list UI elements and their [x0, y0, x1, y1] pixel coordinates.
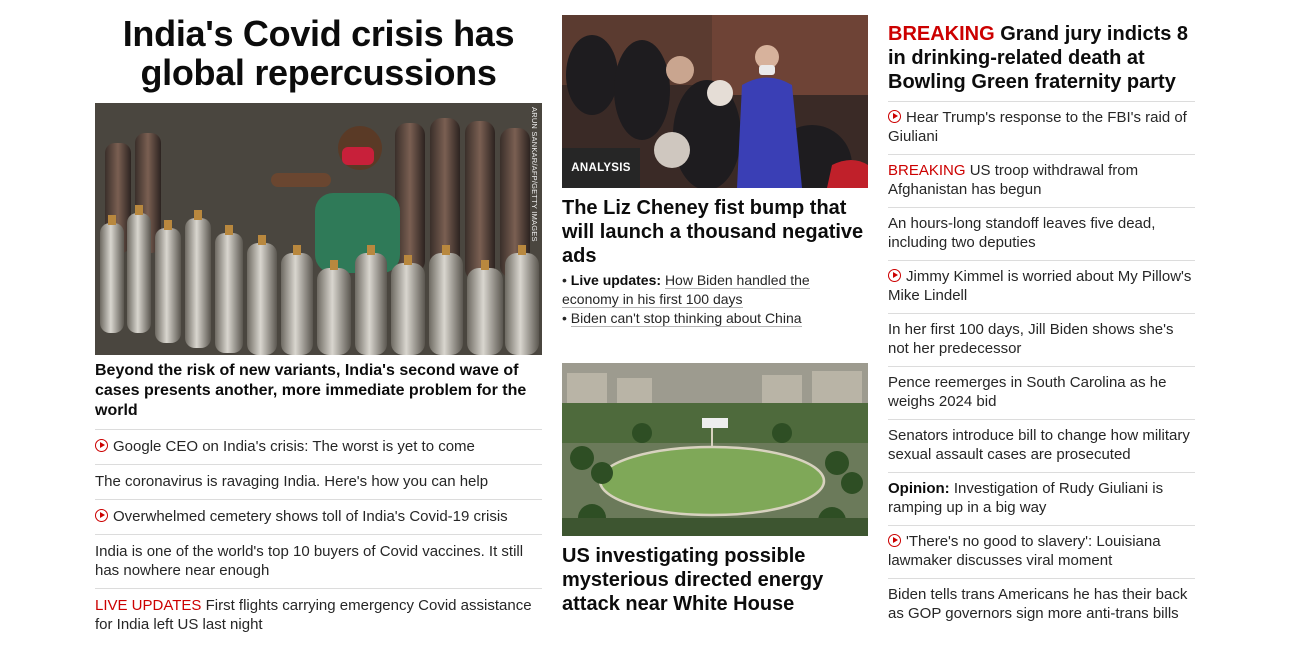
play-video-icon	[95, 439, 108, 452]
bullet: •	[562, 310, 567, 326]
list-item-text: In her first 100 days, Jill Biden shows …	[888, 321, 1174, 357]
list-item[interactable]: Pence reemerges in South Carolina as he …	[888, 366, 1195, 419]
cheney-photo[interactable]: ANALYSIS	[562, 15, 868, 188]
main-headline[interactable]: India's Covid crisis has global repercus…	[95, 14, 542, 92]
list-item-text: Jimmy Kimmel is worried about My Pillow'…	[888, 268, 1192, 304]
oxygen-cylinders-image	[95, 103, 542, 355]
breaking-label: BREAKING	[888, 23, 995, 45]
india-covid-section: India's Covid crisis has global repercus…	[95, 0, 542, 633]
sub-link-china[interactable]: • Biden can't stop thinking about China	[562, 309, 868, 328]
latest-news-section: BREAKING Grand jury indicts 8 in drinkin…	[888, 0, 1195, 631]
india-summary-headline[interactable]: Beyond the risk of new variants, India's…	[95, 361, 542, 421]
list-item-text: Pence reemerges in South Carolina as he …	[888, 374, 1167, 410]
list-item[interactable]: Google CEO on India's crisis: The worst …	[95, 429, 542, 464]
cheney-headline[interactable]: The Liz Cheney fist bump that will launc…	[562, 196, 868, 268]
sub-link-text[interactable]: Biden can't stop thinking about China	[570, 310, 802, 327]
list-item-text: An hours-long standoff leaves five dead,…	[888, 215, 1156, 251]
list-item[interactable]: Jimmy Kimmel is worried about My Pillow'…	[888, 260, 1195, 313]
photo-credit: ARUN SANKAR/AFP/GETTY IMAGES	[530, 107, 539, 242]
india-related-list: Google CEO on India's crisis: The worst …	[95, 429, 542, 642]
white-house-aerial-image	[562, 363, 868, 536]
breaking-label: BREAKING	[888, 162, 966, 179]
live-updates-label: LIVE UPDATES	[95, 597, 202, 614]
play-video-icon	[888, 534, 901, 547]
list-item[interactable]: Overwhelmed cemetery shows toll of India…	[95, 499, 542, 534]
bullet: •	[562, 272, 567, 288]
list-item[interactable]: India is one of the world's top 10 buyer…	[95, 534, 542, 588]
list-item[interactable]: Hear Trump's response to the FBI's raid …	[888, 101, 1195, 154]
list-item-text: Biden tells trans Americans he has their…	[888, 586, 1188, 622]
list-item[interactable]: The coronavirus is ravaging India. Here'…	[95, 464, 542, 499]
list-item[interactable]: In her first 100 days, Jill Biden shows …	[888, 313, 1195, 366]
list-item-text: 'There's no good to slavery': Louisiana …	[888, 533, 1161, 569]
cheney-related-links: • Live updates: How Biden handled the ec…	[562, 271, 868, 328]
white-house-photo[interactable]	[562, 363, 868, 536]
latest-news-list: Hear Trump's response to the FBI's raid …	[888, 101, 1195, 631]
list-item-text: The coronavirus is ravaging India. Here'…	[95, 473, 489, 490]
sub-link-live-updates[interactable]: • Live updates: How Biden handled the ec…	[562, 271, 868, 309]
list-item-text: India is one of the world's top 10 buyer…	[95, 543, 524, 579]
live-updates-label: Live updates:	[570, 272, 662, 288]
list-item-text: Google CEO on India's crisis: The worst …	[113, 438, 475, 455]
breaking-lead-headline[interactable]: BREAKING Grand jury indicts 8 in drinkin…	[888, 22, 1195, 101]
list-item-text: Hear Trump's response to the FBI's raid …	[888, 109, 1187, 145]
play-video-icon	[888, 110, 901, 123]
list-item[interactable]: Opinion: Investigation of Rudy Giuliani …	[888, 472, 1195, 525]
opinion-label: Opinion:	[888, 480, 950, 497]
energy-attack-headline[interactable]: US investigating possible mysterious dir…	[562, 544, 868, 616]
india-oxygen-photo[interactable]: ARUN SANKAR/AFP/GETTY IMAGES	[95, 103, 542, 355]
play-video-icon	[95, 509, 108, 522]
play-video-icon	[888, 269, 901, 282]
list-item-text: Overwhelmed cemetery shows toll of India…	[113, 508, 508, 525]
list-item[interactable]: An hours-long standoff leaves five dead,…	[888, 207, 1195, 260]
list-item[interactable]: LIVE UPDATES First flights carrying emer…	[95, 588, 542, 642]
list-item[interactable]: Biden tells trans Americans he has their…	[888, 578, 1195, 631]
analysis-badge: ANALYSIS	[562, 148, 640, 188]
list-item[interactable]: 'There's no good to slavery': Louisiana …	[888, 525, 1195, 578]
list-item[interactable]: Senators introduce bill to change how mi…	[888, 419, 1195, 472]
list-item-text: Senators introduce bill to change how mi…	[888, 427, 1190, 463]
list-item[interactable]: BREAKING US troop withdrawal from Afghan…	[888, 154, 1195, 207]
